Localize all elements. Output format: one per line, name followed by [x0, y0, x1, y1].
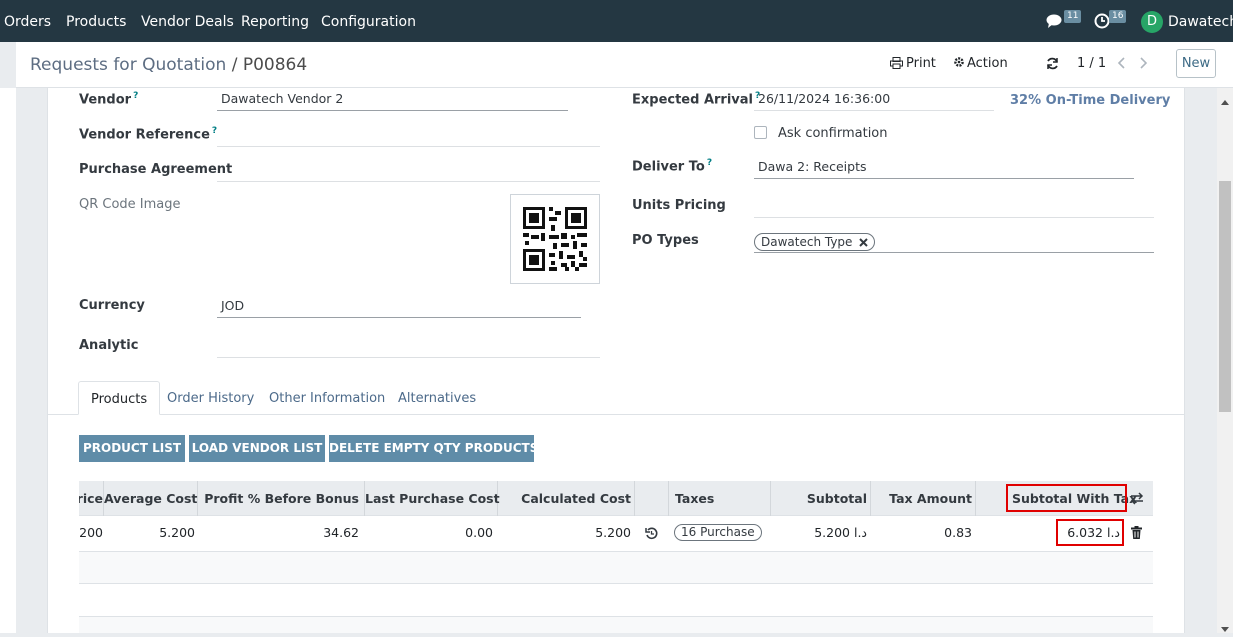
breadcrumb-separator: /: [231, 55, 238, 75]
po-type-tag: Dawatech Type: [754, 233, 876, 251]
col-separator: [668, 481, 669, 516]
on-time-delivery: 32% On-Time Delivery: [1010, 93, 1171, 108]
cell-subtotal[interactable]: 5.200 د.ا: [771, 516, 867, 551]
notebook-tabs: Products Order History Other Information…: [48, 381, 1184, 415]
cell-profit[interactable]: 34.62: [198, 516, 359, 551]
tab-other-information[interactable]: Other Information: [269, 381, 385, 415]
header-tax-amount[interactable]: Tax Amount: [871, 481, 972, 516]
empty-row: [79, 584, 1153, 616]
scroll-up-icon[interactable]: [1221, 94, 1229, 109]
ask-confirmation-checkbox[interactable]: [754, 126, 767, 139]
header-last-purchase-cost[interactable]: Last Purchase Cost: [365, 481, 500, 516]
user-avatar[interactable]: D: [1141, 11, 1163, 33]
header-taxes[interactable]: Taxes: [675, 481, 714, 516]
qr-code-label: QR Code Image: [79, 197, 181, 212]
pager-value[interactable]: 1 / 1: [1077, 56, 1106, 71]
load-vendor-list-button[interactable]: LOAD VENDOR LIST: [189, 435, 325, 462]
breadcrumb-parent[interactable]: Requests for Quotation: [30, 55, 226, 75]
header-calculated-cost[interactable]: Calculated Cost: [498, 481, 631, 516]
header-price-clip: Price: [79, 481, 103, 516]
expected-arrival-field[interactable]: 26/11/2024 16:36:00: [754, 89, 994, 111]
pager-next-icon[interactable]: [1138, 57, 1148, 73]
cell-last-purchase-cost[interactable]: 0.00: [365, 516, 493, 551]
messages-badge: 11: [1064, 10, 1082, 23]
empty-row: [79, 617, 1153, 633]
header-price[interactable]: Price: [79, 481, 103, 516]
refresh-icon[interactable]: [1046, 57, 1059, 74]
header-profit-before-bonus[interactable]: Profit % Before Bonus: [198, 481, 359, 516]
control-panel: Requests for Quotation / P00864 Print Ac…: [16, 42, 1233, 88]
breadcrumb-current: P00864: [242, 55, 308, 75]
product-list-button[interactable]: PRODUCT LIST: [79, 435, 185, 462]
deliver-to-field[interactable]: Dawa 2: Receipts: [754, 157, 1134, 179]
remove-tag-icon[interactable]: [859, 235, 868, 251]
vendor-help[interactable]: ?: [133, 91, 138, 101]
qr-code-image: [510, 194, 600, 284]
currency-label: Currency: [79, 298, 145, 313]
tab-order-history[interactable]: Order History: [167, 381, 254, 415]
optional-columns-icon[interactable]: [1130, 492, 1144, 509]
units-pricing-label: Units Pricing: [632, 198, 726, 213]
action-label: Action: [967, 56, 1008, 71]
user-name[interactable]: Dawatech: [1168, 0, 1233, 42]
header-subtotal[interactable]: Subtotal: [771, 481, 867, 516]
analytic-label: Analytic: [79, 338, 139, 353]
analytic-field[interactable]: [217, 336, 600, 358]
currency-field[interactable]: JOD: [217, 296, 581, 318]
vendor-field[interactable]: Dawatech Vendor 2: [217, 89, 568, 111]
col-separator: [975, 481, 976, 516]
empty-row: [79, 552, 1153, 583]
purchase-agreement-label: Purchase Agreement: [79, 162, 233, 177]
menu-configuration[interactable]: Configuration: [321, 0, 416, 42]
action-button[interactable]: Action: [953, 56, 1008, 72]
top-navbar: Orders Products Vendor Deals Reporting C…: [0, 0, 1233, 42]
ask-confirmation-label: Ask confirmation: [778, 126, 888, 141]
new-button[interactable]: New: [1176, 49, 1216, 78]
breadcrumb: Requests for Quotation / P00864: [30, 55, 307, 75]
tab-products[interactable]: Products: [78, 381, 161, 415]
messages-icon[interactable]: [1046, 13, 1064, 29]
activities-badge: 16: [1109, 10, 1127, 23]
deliver-to-label: Deliver To?: [632, 158, 713, 175]
vendor-reference-field[interactable]: [217, 125, 600, 147]
units-pricing-field[interactable]: [754, 196, 1154, 218]
menu-vendor-deals[interactable]: Vendor Deals: [141, 0, 234, 42]
menu-reporting[interactable]: Reporting: [241, 0, 309, 42]
activity-clock-icon[interactable]: [1094, 13, 1110, 29]
po-type-tag-label: Dawatech Type: [761, 235, 853, 249]
tax-tag[interactable]: 16 Purchase: [674, 524, 762, 541]
po-types-label: PO Types: [632, 233, 699, 248]
expected-arrival-label: Expected Arrival?: [632, 91, 761, 108]
menu-products[interactable]: Products: [66, 0, 126, 42]
gear-icon: [953, 56, 965, 72]
print-icon: [890, 57, 903, 73]
purchase-agreement-field[interactable]: [217, 160, 600, 182]
col-separator: [634, 481, 635, 516]
reset-cost-icon[interactable]: [645, 527, 658, 544]
cell-average-cost[interactable]: 5.200: [104, 516, 195, 551]
cell-calculated-cost[interactable]: 5.200: [498, 516, 631, 551]
delete-line-icon[interactable]: [1131, 526, 1142, 543]
highlight-box-value: [1056, 519, 1124, 546]
menu-orders[interactable]: Orders: [4, 0, 51, 42]
highlight-box-header: [1006, 484, 1127, 512]
deliver-to-help[interactable]: ?: [707, 158, 712, 168]
vendor-label: Vendor?: [79, 91, 139, 108]
cell-tax-amount[interactable]: 0.83: [871, 516, 972, 551]
scroll-down-icon[interactable]: [1221, 622, 1229, 637]
delete-empty-qty-products-button[interactable]: DELETE EMPTY QTY PRODUCTS: [329, 435, 538, 462]
cell-price[interactable]: .200: [79, 516, 103, 551]
tab-alternatives[interactable]: Alternatives: [398, 381, 476, 415]
print-button[interactable]: Print: [890, 56, 936, 73]
left-strip: [0, 88, 16, 633]
pager-previous-icon[interactable]: [1117, 57, 1127, 73]
print-label: Print: [906, 56, 936, 71]
vendor-reference-label: Vendor Reference?: [79, 126, 218, 143]
header-average-cost[interactable]: Average Cost: [104, 481, 197, 516]
scrollbar-thumb[interactable]: [1219, 181, 1231, 412]
cell-price-clip: .200: [79, 516, 103, 551]
